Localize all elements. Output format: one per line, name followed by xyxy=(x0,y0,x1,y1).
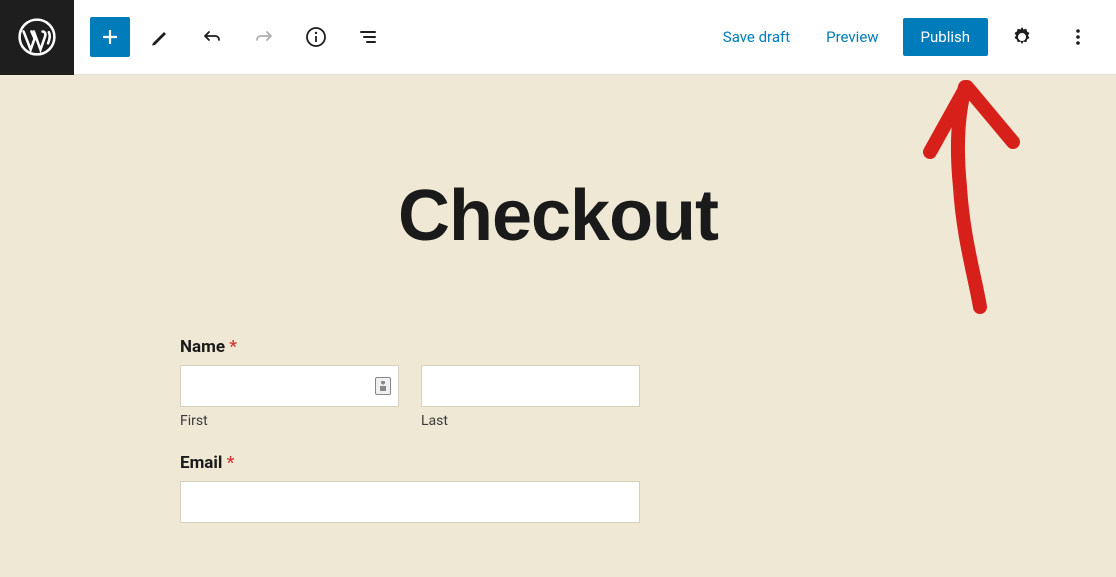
editor-canvas[interactable]: Checkout Name * First Last Email * xyxy=(0,75,1116,577)
first-name-sublabel: First xyxy=(180,413,399,429)
preview-button[interactable]: Preview xyxy=(814,20,890,54)
save-draft-button[interactable]: Save draft xyxy=(711,20,802,54)
wordpress-logo-button[interactable] xyxy=(0,0,74,75)
more-vertical-icon xyxy=(1066,25,1090,49)
outline-button[interactable] xyxy=(346,15,390,59)
last-name-column: Last xyxy=(421,365,640,429)
gear-icon xyxy=(1010,25,1034,49)
undo-button[interactable] xyxy=(190,15,234,59)
undo-icon xyxy=(200,25,224,49)
add-block-button[interactable] xyxy=(90,17,130,57)
name-row: First Last xyxy=(180,365,640,429)
email-label: Email * xyxy=(180,453,640,473)
editor-top-toolbar: Save draft Preview Publish xyxy=(0,0,1116,75)
info-button[interactable] xyxy=(294,15,338,59)
required-mark: * xyxy=(227,453,235,473)
email-field: Email * xyxy=(180,453,640,523)
edit-mode-button[interactable] xyxy=(138,15,182,59)
publish-button[interactable]: Publish xyxy=(903,18,988,56)
list-outline-icon xyxy=(356,25,380,49)
autofill-contact-icon[interactable] xyxy=(375,377,391,395)
more-options-button[interactable] xyxy=(1056,15,1100,59)
first-name-input[interactable] xyxy=(180,365,399,407)
last-name-input[interactable] xyxy=(421,365,640,407)
name-label: Name * xyxy=(180,337,640,357)
redo-icon xyxy=(252,25,276,49)
settings-button[interactable] xyxy=(1000,15,1044,59)
info-icon xyxy=(304,25,328,49)
required-mark: * xyxy=(229,337,237,357)
wordpress-icon xyxy=(18,18,56,56)
toolbar-right-group: Save draft Preview Publish xyxy=(711,15,1116,59)
checkout-form: Name * First Last Email * xyxy=(180,337,640,523)
redo-button[interactable] xyxy=(242,15,286,59)
toolbar-left-group xyxy=(74,15,390,59)
pencil-icon xyxy=(148,25,172,49)
email-input[interactable] xyxy=(180,481,640,523)
page-title[interactable]: Checkout xyxy=(0,175,1116,257)
last-name-sublabel: Last xyxy=(421,413,640,429)
first-name-column: First xyxy=(180,365,399,429)
plus-icon xyxy=(98,25,122,49)
